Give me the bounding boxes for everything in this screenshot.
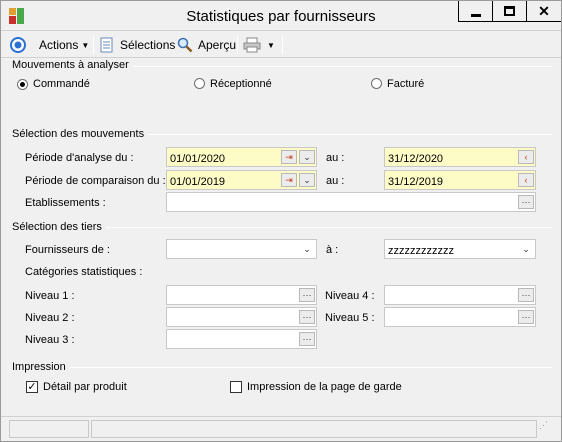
magnifier-icon [177,37,193,53]
section-title-impression: Impression [12,361,70,373]
ellipsis-icon[interactable]: ··· [518,195,534,209]
close-button[interactable]: ✕ [526,1,561,22]
maximize-icon [504,6,515,16]
ellipsis-icon[interactable]: ··· [299,288,315,302]
fournisseurs-label: Fournisseurs de : [25,244,110,256]
periode-analyse-from-value: 01/01/2020 [170,153,226,165]
detail-produit-checkbox[interactable]: ✓ [26,381,38,393]
status-cell [91,420,537,438]
niveau2-label: Niveau 2 : [25,312,75,324]
chevron-down-icon: ▼ [81,40,90,50]
periode-analyse-to-field[interactable]: 31/12/2020 ‹ [384,147,536,167]
niveau1-field[interactable]: ··· [166,285,317,305]
periode-analyse-label: Période d'analyse du : [25,152,134,164]
niveau2-field[interactable]: ··· [166,307,317,327]
niveau5-field[interactable]: ··· [384,307,536,327]
document-icon [100,37,113,53]
periode-comparaison-label: Période de comparaison du : [25,175,166,187]
print-button[interactable] [243,36,261,54]
niveau4-label: Niveau 4 : [325,290,375,302]
section-title-selection-tiers: Sélection des tiers [12,221,106,233]
radio-commande-label: Commandé [33,78,90,90]
fournisseurs-a-label: à : [326,244,339,256]
calendar-go-icon[interactable]: ⇥ [281,150,297,164]
apercu-button[interactable]: Aperçu [177,36,236,54]
periode-analyse-from-field[interactable]: 01/01/2020 ⇥ ⌄ [166,147,317,167]
etablissements-label: Etablissements : [25,197,106,209]
back-arrow-icon[interactable]: ‹ [518,150,534,164]
status-bar: ⋰ [1,416,561,441]
radio-receptionne[interactable] [194,78,205,89]
section-divider [141,134,552,135]
checkmark-icon: ✓ [27,381,37,393]
categories-label: Catégories statistiques : [25,266,143,278]
niveau1-label: Niveau 1 : [25,290,75,302]
ellipsis-icon[interactable]: ··· [518,288,534,302]
toolbar-separator [237,36,238,54]
resize-grip-icon[interactable]: ⋰ [539,420,553,438]
status-cell [9,420,89,438]
chevron-down-icon[interactable]: ⌄ [299,150,315,164]
apercu-label: Aperçu [198,38,237,52]
minimize-button[interactable] [458,1,492,22]
periode-analyse-au-label: au : [326,152,345,164]
double-chevron-down-icon[interactable]: ⌄ [518,242,534,256]
selections-button[interactable]: Sélections [100,36,175,54]
radio-facture-label: Facturé [387,78,425,90]
calendar-go-icon[interactable]: ⇥ [281,173,297,187]
maximize-button[interactable] [492,1,526,22]
niveau3-field[interactable]: ··· [166,329,317,349]
section-title-selection-mouvements: Sélection des mouvements [12,128,149,140]
page-garde-label: Impression de la page de garde [247,381,402,393]
app-icon [9,8,25,24]
section-divider [69,367,552,368]
page-garde-checkbox[interactable] [230,381,242,393]
actions-menu-button[interactable]: Actions ▼ [39,36,89,54]
periode-comparaison-au-label: au : [326,175,345,187]
selections-label: Sélections [120,38,176,52]
chevron-down-icon[interactable]: ⌄ [299,173,315,187]
toolbar-separator [93,36,94,54]
niveau4-field[interactable]: ··· [384,285,536,305]
radio-commande[interactable] [17,79,28,90]
ellipsis-icon[interactable]: ··· [518,310,534,324]
print-dropdown-button[interactable]: ▼ [267,36,275,54]
periode-comparaison-from-value: 01/01/2019 [170,176,226,188]
fournisseurs-to-value: zzzzzzzzzzzz [388,245,454,257]
target-icon[interactable] [10,36,26,54]
toolbar: Actions ▼ Sélections Aperçu ▼ [1,32,561,58]
periode-analyse-to-value: 31/12/2020 [388,153,444,165]
actions-label: Actions [39,38,79,52]
chevron-down-icon: ▼ [267,40,275,50]
title-bar: Statistiques par fournisseurs ✕ [1,1,561,31]
periode-comparaison-to-field[interactable]: 31/12/2019 ‹ [384,170,536,190]
niveau5-label: Niveau 5 : [325,312,375,324]
double-chevron-down-icon[interactable]: ⌄ [299,242,315,256]
niveau3-label: Niveau 3 : [25,334,75,346]
main-window: Statistiques par fournisseurs ✕ Actions … [0,0,562,442]
fournisseurs-from-field[interactable]: ⌄ [166,239,317,259]
toolbar-separator [282,36,283,54]
section-divider [105,227,552,228]
periode-comparaison-from-field[interactable]: 01/01/2019 ⇥ ⌄ [166,170,317,190]
ellipsis-icon[interactable]: ··· [299,310,315,324]
window-title: Statistiques par fournisseurs [186,8,376,25]
section-divider [89,66,552,67]
close-icon: ✕ [538,2,550,19]
periode-comparaison-to-value: 31/12/2019 [388,176,444,188]
radio-facture[interactable] [371,78,382,89]
etablissements-field[interactable]: ··· [166,192,536,212]
detail-produit-label: Détail par produit [43,381,127,393]
fournisseurs-to-field[interactable]: zzzzzzzzzzzz ⌄ [384,239,536,259]
printer-icon [243,37,261,53]
minimize-icon [470,13,481,17]
ellipsis-icon[interactable]: ··· [299,332,315,346]
section-title-mouvements: Mouvements à analyser [12,59,133,71]
back-arrow-icon[interactable]: ‹ [518,173,534,187]
radio-receptionne-label: Réceptionné [210,78,272,90]
